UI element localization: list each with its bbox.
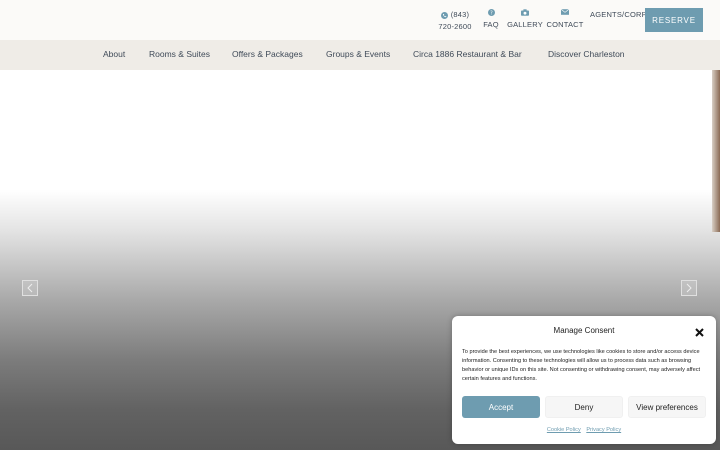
contact-label: CONTACT [546, 20, 584, 29]
contact-link[interactable]: CONTACT [546, 9, 584, 31]
nav-item-restaurant-bar[interactable]: Circa 1886 Restaurant & Bar [413, 40, 522, 70]
agents-corp-link[interactable]: AGENTS/CORP [590, 9, 647, 21]
nav-item-rooms-suites[interactable]: Rooms & Suites [149, 40, 210, 70]
slider-next-button[interactable] [681, 280, 697, 296]
slider-prev-button[interactable] [22, 280, 38, 296]
phone-area-code: (843) [450, 10, 470, 19]
main-nav: About Rooms & Suites Offers & Packages G… [0, 40, 720, 70]
deny-button[interactable]: Deny [545, 396, 623, 418]
consent-title: Manage Consent [553, 326, 615, 335]
consent-links: Cookie Policy Privacy Policy [452, 427, 716, 433]
hero-image-edge [712, 70, 720, 232]
accept-button[interactable]: Accept [462, 396, 540, 418]
reserve-button[interactable]: RESERVE [645, 8, 703, 32]
camera-icon [521, 9, 529, 16]
consent-body: To provide the best experiences, we use … [462, 349, 701, 382]
consent-dialog: Manage Consent To provide the best exper… [452, 316, 716, 444]
envelope-icon [561, 9, 569, 15]
phone-link[interactable]: (843) 720-2600 [432, 9, 478, 33]
cookie-policy-link[interactable]: Cookie Policy [547, 427, 581, 433]
privacy-policy-link[interactable]: Privacy Policy [586, 427, 621, 433]
gallery-link[interactable]: GALLERY [507, 9, 543, 31]
nav-item-discover-charleston[interactable]: Discover Charleston [548, 40, 625, 70]
close-icon [695, 328, 704, 337]
nav-item-groups-events[interactable]: Groups & Events [326, 40, 390, 70]
chevron-right-icon [686, 283, 692, 293]
svg-text:?: ? [490, 11, 493, 16]
top-utility-bar: (843) 720-2600 ? FAQ GALLERY CONTACT AGE… [0, 0, 720, 40]
consent-close-button[interactable] [694, 325, 705, 337]
phone-number: 720-2600 [438, 22, 472, 31]
phone-icon [440, 11, 448, 19]
nav-item-about[interactable]: About [103, 40, 125, 70]
nav-item-offers-packages[interactable]: Offers & Packages [232, 40, 303, 70]
gallery-label: GALLERY [507, 20, 543, 29]
question-icon: ? [487, 9, 495, 16]
faq-link[interactable]: ? FAQ [480, 9, 502, 31]
chevron-left-icon [27, 283, 33, 293]
faq-label: FAQ [483, 20, 499, 29]
view-preferences-button[interactable]: View preferences [628, 396, 706, 418]
